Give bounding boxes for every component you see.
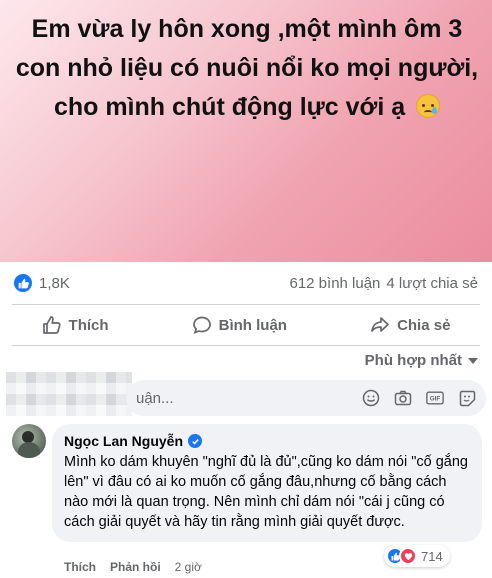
comment-sort-dropdown[interactable]: Phù hợp nhất <box>365 352 478 369</box>
comment-reply-link[interactable]: Phản hồi <box>110 560 161 574</box>
comment-composer: uận... GIF <box>6 372 486 416</box>
verified-badge-icon <box>188 434 203 448</box>
share-button[interactable]: Chia sẻ <box>360 309 460 341</box>
comment-reaction-count: 714 <box>421 548 443 564</box>
post-actions: Thích Bình luận Chia sẻ <box>0 306 492 344</box>
pixelated-avatar <box>6 372 132 416</box>
like-button-label: Thích <box>68 316 109 334</box>
comment-input-placeholder: uận... <box>136 389 174 407</box>
comment-text: Mình ko dám khuyên "nghĩ đủ là đủ",cũng … <box>64 454 468 530</box>
share-count[interactable]: 4 lượt chia sẻ <box>386 275 478 292</box>
thumbs-up-icon <box>42 316 61 334</box>
heart-reaction-icon <box>399 547 417 565</box>
gif-icon[interactable]: GIF <box>426 389 444 407</box>
reaction-count[interactable]: 1,8K <box>39 275 70 292</box>
comment-author-name[interactable]: Ngọc Lan Nguyễn <box>64 432 183 450</box>
comment-input[interactable]: uận... GIF <box>126 380 486 416</box>
smiley-icon[interactable] <box>362 389 380 407</box>
post-background: Em vừa ly hôn xong ,một mình ôm 3 con nh… <box>0 0 492 262</box>
divider <box>12 345 480 346</box>
sort-label: Phù hợp nhất <box>364 352 462 369</box>
comment-meta: Thích Phản hồi 2 giờ <box>64 560 202 574</box>
comment-bubble-icon <box>192 316 211 334</box>
like-reaction-icon[interactable] <box>14 274 32 292</box>
post-text: Em vừa ly hôn xong ,một mình ôm 3 con nh… <box>14 10 480 127</box>
comment-count[interactable]: 612 bình luận <box>289 275 380 292</box>
camera-icon[interactable] <box>394 389 412 407</box>
comment-like-link[interactable]: Thích <box>64 560 96 574</box>
comment-reactions[interactable]: 714 <box>384 545 450 567</box>
post-text-content: Em vừa ly hôn xong ,một mình ôm 3 con nh… <box>15 15 479 121</box>
comment-bubble: Ngọc Lan Nguyễn Mình ko dám khuyên "nghĩ… <box>52 424 482 542</box>
share-arrow-icon <box>371 317 389 332</box>
comment-button-label: Bình luận <box>218 316 287 334</box>
caret-down-icon <box>468 357 478 364</box>
comment-button[interactable]: Bình luận <box>182 309 297 341</box>
share-button-label: Chia sẻ <box>397 316 451 334</box>
comment-time[interactable]: 2 giờ <box>175 560 202 574</box>
avatar[interactable] <box>12 424 46 458</box>
divider <box>12 304 480 305</box>
crying-face-icon <box>416 94 441 118</box>
comment-author[interactable]: Ngọc Lan Nguyễn <box>64 432 470 450</box>
sticker-icon[interactable] <box>458 389 476 407</box>
svg-text:GIF: GIF <box>430 396 441 403</box>
like-button[interactable]: Thích <box>32 309 119 341</box>
post-stats: 1,8K 612 bình luận 4 lượt chia sẻ <box>0 262 492 304</box>
